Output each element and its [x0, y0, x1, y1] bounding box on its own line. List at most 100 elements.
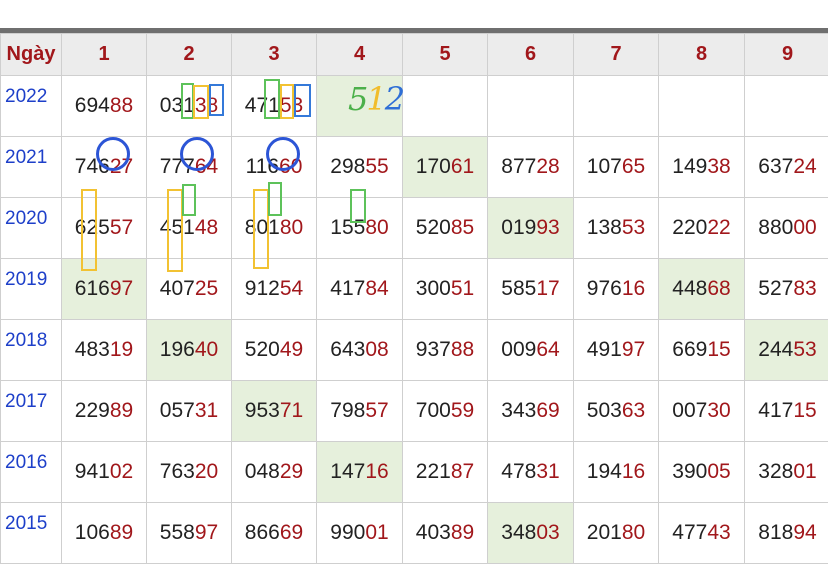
number-last-two-digits: 57 — [110, 216, 133, 239]
result-cell: 86669 — [232, 503, 317, 564]
number-prefix: 170 — [416, 155, 451, 178]
table-row: 2021746277776411660298551706187728107651… — [1, 137, 828, 198]
number-prefix: 585 — [501, 277, 536, 300]
number-last-two-digits: 60 — [279, 155, 302, 178]
number-last-two-digits: 24 — [793, 155, 816, 178]
result-cell: 66915 — [659, 320, 745, 381]
number-last-two-digits: 29 — [280, 460, 303, 483]
year-link[interactable]: 2020 — [1, 198, 62, 259]
result-cell: 93788 — [403, 320, 488, 381]
result-cell: 41715 — [745, 381, 828, 442]
year-link[interactable]: 2017 — [1, 381, 62, 442]
lottery-results-table: Ngày123456789 20226948803138471532021746… — [0, 33, 828, 564]
result-cell: 32801 — [745, 442, 828, 503]
number-prefix: 877 — [501, 155, 536, 178]
number-prefix: 700 — [416, 399, 451, 422]
number-last-two-digits: 16 — [622, 460, 645, 483]
table-row: 2015106895589786669990014038934803201804… — [1, 503, 828, 564]
number-prefix: 007 — [672, 399, 707, 422]
result-cell: 95371 — [232, 381, 317, 442]
year-link[interactable]: 2022 — [1, 76, 62, 137]
table-row: 2019616974072591254417843005158517976164… — [1, 259, 828, 320]
year-link[interactable]: 2016 — [1, 442, 62, 503]
number-prefix: 155 — [330, 216, 365, 239]
number-last-two-digits: 83 — [793, 277, 816, 300]
result-cell: 00964 — [488, 320, 574, 381]
result-cell: 64308 — [317, 320, 403, 381]
number-prefix: 300 — [416, 277, 451, 300]
result-cell: 20180 — [574, 503, 659, 564]
number-prefix: 990 — [330, 521, 365, 544]
result-cell: 04829 — [232, 442, 317, 503]
table-header-row: Ngày123456789 — [1, 34, 828, 76]
year-link[interactable]: 2021 — [1, 137, 62, 198]
result-cell: 24453 — [745, 320, 828, 381]
number-prefix: 669 — [672, 338, 707, 361]
number-prefix: 196 — [160, 338, 195, 361]
number-last-two-digits: 05 — [707, 460, 730, 483]
number-last-two-digits: 28 — [536, 155, 559, 178]
number-prefix: 558 — [160, 521, 195, 544]
handwritten-annotation: 512 — [348, 80, 403, 118]
number-prefix: 477 — [672, 521, 707, 544]
result-cell: 29855 — [317, 137, 403, 198]
table-row: 2020625574514880180155805208501993138532… — [1, 198, 828, 259]
number-last-two-digits: 20 — [195, 460, 218, 483]
result-cell: 74627 — [62, 137, 147, 198]
result-cell: 69488 — [62, 76, 147, 137]
number-last-two-digits: 31 — [195, 399, 218, 422]
header-column-label: 3 — [232, 34, 317, 76]
result-cell: 47153 — [232, 76, 317, 137]
number-last-two-digits: 16 — [365, 460, 388, 483]
number-last-two-digits: 19 — [110, 338, 133, 361]
number-prefix: 637 — [758, 155, 793, 178]
result-cell: 52085 — [403, 198, 488, 259]
result-cell: 63724 — [745, 137, 828, 198]
result-cell: 19640 — [147, 320, 232, 381]
year-link[interactable]: 2015 — [1, 503, 62, 564]
result-cell: 01993 — [488, 198, 574, 259]
number-last-two-digits: 03 — [536, 521, 559, 544]
result-cell — [488, 76, 574, 137]
result-cell: 14938 — [659, 137, 745, 198]
result-cell: 30051 — [403, 259, 488, 320]
number-prefix: 390 — [672, 460, 707, 483]
number-last-two-digits: 38 — [195, 94, 218, 117]
number-prefix: 483 — [75, 338, 110, 361]
result-cell: 15580 — [317, 198, 403, 259]
header-column-label: 6 — [488, 34, 574, 76]
header-column-label: 4 — [317, 34, 403, 76]
number-prefix: 417 — [330, 277, 365, 300]
number-prefix: 138 — [587, 216, 622, 239]
table-row: 2017229890573195371798577005934369503630… — [1, 381, 828, 442]
year-link[interactable]: 2018 — [1, 320, 62, 381]
number-last-two-digits: 80 — [365, 216, 388, 239]
result-cell: 81894 — [745, 503, 828, 564]
number-last-two-digits: 00 — [793, 216, 816, 239]
header-column-label: 8 — [659, 34, 745, 76]
number-last-two-digits: 97 — [622, 338, 645, 361]
result-cell: 61697 — [62, 259, 147, 320]
number-last-two-digits: 69 — [280, 521, 303, 544]
result-cell: 62557 — [62, 198, 147, 259]
number-prefix: 328 — [758, 460, 793, 483]
result-cell: 88000 — [745, 198, 828, 259]
header-column-label: 7 — [574, 34, 659, 76]
number-last-two-digits: 89 — [451, 521, 474, 544]
result-cell: 40389 — [403, 503, 488, 564]
number-last-two-digits: 22 — [707, 216, 730, 239]
number-prefix: 116 — [246, 155, 279, 178]
number-last-two-digits: 69 — [536, 399, 559, 422]
result-cell — [745, 76, 828, 137]
number-prefix: 801 — [245, 216, 280, 239]
year-link[interactable]: 2019 — [1, 259, 62, 320]
result-cell: 47743 — [659, 503, 745, 564]
number-prefix: 941 — [75, 460, 110, 483]
number-prefix: 694 — [75, 94, 110, 117]
number-prefix: 417 — [758, 399, 793, 422]
result-cell: 17061 — [403, 137, 488, 198]
result-cell: 34369 — [488, 381, 574, 442]
number-last-two-digits: 38 — [707, 155, 730, 178]
number-prefix: 220 — [672, 216, 707, 239]
number-prefix: 866 — [245, 521, 280, 544]
